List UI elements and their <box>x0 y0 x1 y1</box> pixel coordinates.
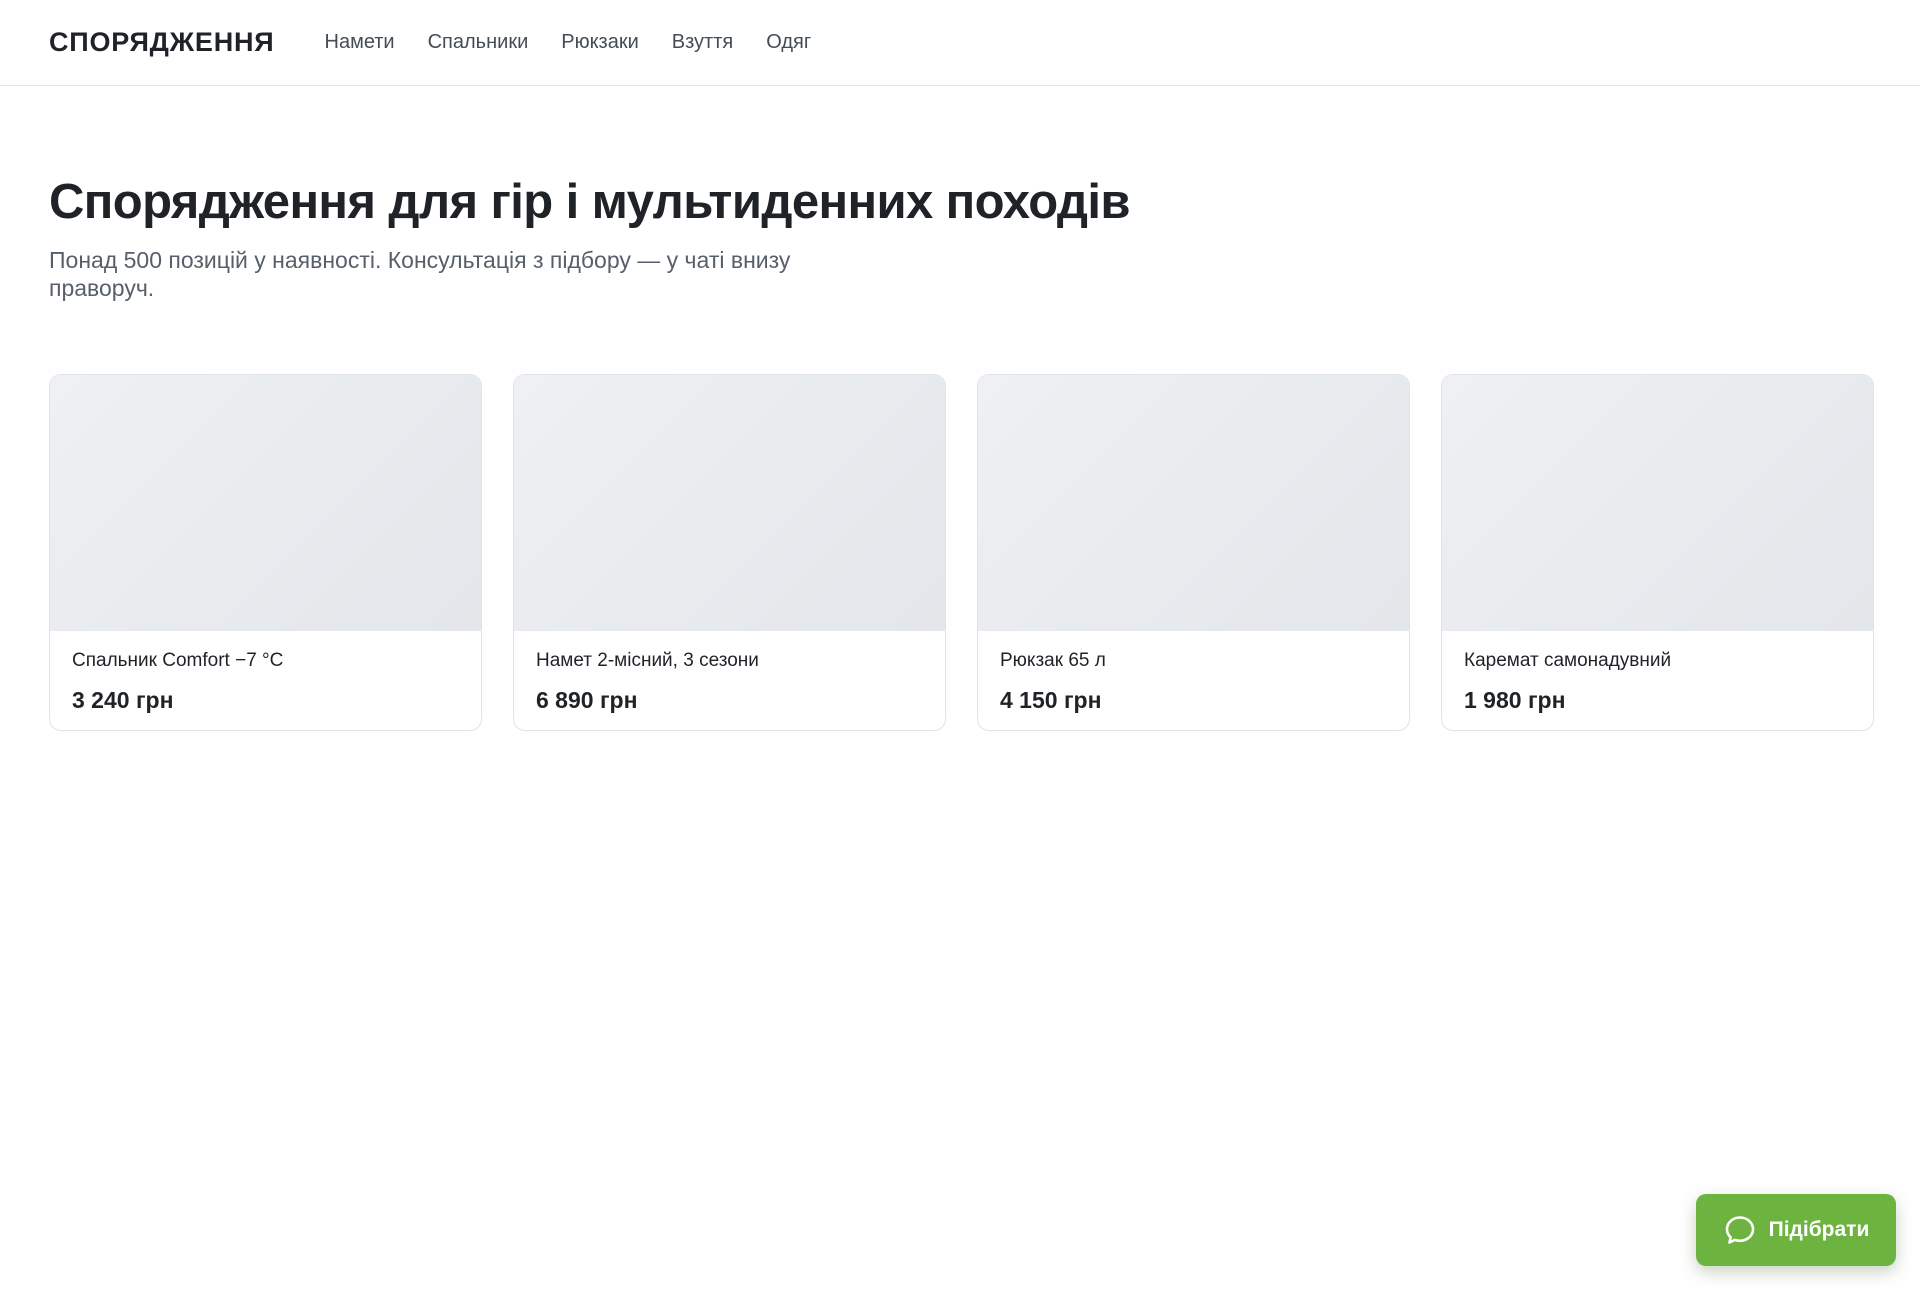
chat-bubble-icon <box>1723 1213 1757 1247</box>
product-price: 6 890 грн <box>536 686 638 713</box>
product-grid: Спальник Comfort −7 °C 3 240 грн Намет 2… <box>0 373 1920 731</box>
product-card-body: Намет 2-місний, 3 сезони 6 890 грн <box>514 631 945 714</box>
product-price: 1 980 грн <box>1464 686 1566 713</box>
product-name: Спальник Comfort −7 °C <box>72 649 284 671</box>
product-price: 4 150 грн <box>1000 686 1102 713</box>
site-header: СПОРЯДЖЕННЯ Намети Спальники Рюкзаки Взу… <box>0 0 1920 86</box>
nav-link-backpacks[interactable]: Рюкзаки <box>561 31 639 54</box>
product-image-placeholder <box>50 374 481 631</box>
product-card[interactable]: Рюкзак 65 л 4 150 грн <box>977 373 1410 731</box>
brand-logo[interactable]: СПОРЯДЖЕННЯ <box>49 27 275 58</box>
product-card-body: Рюкзак 65 л 4 150 грн <box>978 631 1409 714</box>
product-card[interactable]: Спальник Comfort −7 °C 3 240 грн <box>49 373 482 731</box>
product-image-placeholder <box>514 374 945 631</box>
hero-section: Спорядження для гір і мультиденних поход… <box>0 86 1920 302</box>
nav-link-clothing[interactable]: Одяг <box>766 31 811 54</box>
product-name: Рюкзак 65 л <box>1000 649 1106 671</box>
page-subtitle: Понад 500 позицій у наявності. Консульта… <box>49 246 791 301</box>
chat-assist-button[interactable]: Підібрати <box>1696 1194 1896 1266</box>
chat-button-label: Підібрати <box>1768 1218 1870 1241</box>
product-name: Каремат самонадувний <box>1464 649 1672 671</box>
main-nav: Намети Спальники Рюкзаки Взуття Одяг <box>325 31 812 54</box>
product-card-body: Каремат самонадувний 1 980 грн <box>1442 631 1873 714</box>
product-price: 3 240 грн <box>72 686 174 713</box>
product-image-placeholder <box>1442 374 1873 631</box>
product-card-body: Спальник Comfort −7 °C 3 240 грн <box>50 631 481 714</box>
product-name: Намет 2-місний, 3 сезони <box>536 649 759 671</box>
nav-link-tents[interactable]: Намети <box>325 31 395 54</box>
page-title: Спорядження для гір і мультиденних поход… <box>49 175 1131 229</box>
nav-link-sleeping-bags[interactable]: Спальники <box>428 31 529 54</box>
product-image-placeholder <box>978 374 1409 631</box>
product-card[interactable]: Намет 2-місний, 3 сезони 6 890 грн <box>513 373 946 731</box>
nav-link-footwear[interactable]: Взуття <box>672 31 733 54</box>
product-card[interactable]: Каремат самонадувний 1 980 грн <box>1441 373 1874 731</box>
